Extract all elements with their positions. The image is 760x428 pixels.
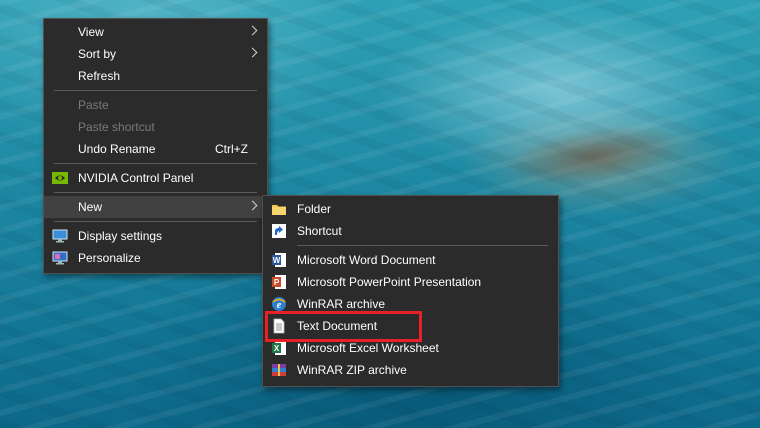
menu-item-label: Microsoft Excel Worksheet xyxy=(297,341,439,355)
menu-item-label: New xyxy=(78,200,103,214)
shortcut-icon xyxy=(271,223,287,239)
display-icon xyxy=(52,228,68,244)
menu-item-new[interactable]: New xyxy=(44,196,267,218)
new-item-folder[interactable]: Folder xyxy=(263,198,558,220)
menu-item-label: Shortcut xyxy=(297,224,342,238)
menu-item-label: WinRAR archive xyxy=(297,297,386,311)
menu-separator xyxy=(54,192,257,193)
chevron-right-icon xyxy=(247,200,258,211)
menu-item-label: WinRAR ZIP archive xyxy=(297,363,407,377)
chevron-right-icon xyxy=(247,47,258,58)
menu-item-paste-shortcut: Paste shortcut xyxy=(44,116,267,138)
menu-item-refresh[interactable]: Refresh xyxy=(44,65,267,87)
nvidia-icon xyxy=(52,170,68,186)
winrar-zip-icon xyxy=(271,362,287,378)
menu-separator xyxy=(54,163,257,164)
excel-icon: X xyxy=(271,340,287,356)
new-item-powerpoint-presentation[interactable]: P Microsoft PowerPoint Presentation xyxy=(263,271,558,293)
menu-item-label: Folder xyxy=(297,202,332,216)
menu-separator xyxy=(297,245,548,246)
menu-item-label: Paste shortcut xyxy=(78,120,155,134)
menu-item-label: Refresh xyxy=(78,69,121,83)
winrar-icon: e xyxy=(271,296,287,312)
desktop-context-menu: View Sort by Refresh Paste Paste shortcu… xyxy=(43,18,268,274)
menu-item-paste: Paste xyxy=(44,94,267,116)
menu-item-label: NVIDIA Control Panel xyxy=(78,171,194,185)
svg-text:W: W xyxy=(273,256,281,265)
menu-item-undo-rename[interactable]: Undo Rename Ctrl+Z xyxy=(44,138,267,160)
text-document-highlight-box xyxy=(265,311,422,342)
folder-icon xyxy=(271,201,287,217)
menu-separator xyxy=(54,90,257,91)
menu-item-label: View xyxy=(78,25,104,39)
menu-item-label: Sort by xyxy=(78,47,117,61)
powerpoint-icon: P xyxy=(271,274,287,290)
menu-separator xyxy=(54,221,257,222)
menu-item-sort-by[interactable]: Sort by xyxy=(44,43,267,65)
svg-text:e: e xyxy=(277,300,282,311)
keyboard-shortcut: Ctrl+Z xyxy=(215,142,248,156)
personalize-icon xyxy=(52,250,68,266)
menu-item-label: Paste xyxy=(78,98,109,112)
menu-item-label: Microsoft PowerPoint Presentation xyxy=(297,275,482,289)
word-icon: W xyxy=(271,252,287,268)
menu-item-personalize[interactable]: Personalize xyxy=(44,247,267,269)
new-item-word-document[interactable]: W Microsoft Word Document xyxy=(263,249,558,271)
menu-item-label: Undo Rename xyxy=(78,142,156,156)
svg-text:P: P xyxy=(274,278,280,287)
new-submenu: Folder Shortcut W Microsoft Word Documen… xyxy=(262,195,559,387)
menu-item-label: Microsoft Word Document xyxy=(297,253,436,267)
svg-text:X: X xyxy=(274,344,280,353)
menu-item-display-settings[interactable]: Display settings xyxy=(44,225,267,247)
menu-item-view[interactable]: View xyxy=(44,21,267,43)
menu-item-nvidia-control-panel[interactable]: NVIDIA Control Panel xyxy=(44,167,267,189)
new-item-shortcut[interactable]: Shortcut xyxy=(263,220,558,242)
chevron-right-icon xyxy=(247,25,258,36)
menu-item-label: Personalize xyxy=(78,251,141,265)
new-item-winrar-zip-archive[interactable]: WinRAR ZIP archive xyxy=(263,359,558,381)
menu-item-label: Display settings xyxy=(78,229,163,243)
